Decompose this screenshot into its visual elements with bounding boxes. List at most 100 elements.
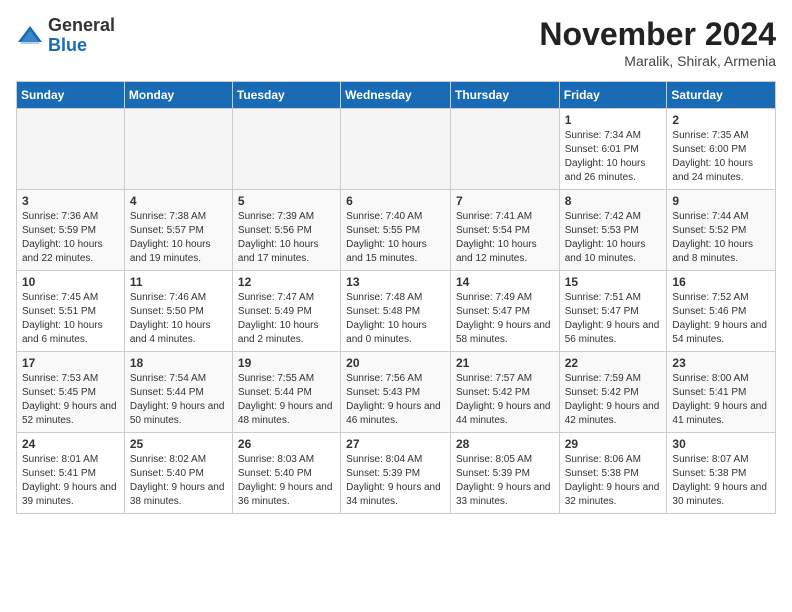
day-info: Sunrise: 7:49 AM Sunset: 5:47 PM Dayligh…: [456, 291, 554, 347]
day-number: 23: [672, 356, 770, 370]
page-header: General Blue November 2024 Maralik, Shir…: [16, 16, 776, 69]
day-info: Sunrise: 7:44 AM Sunset: 5:52 PM Dayligh…: [672, 210, 770, 266]
logo-text: General Blue: [48, 16, 115, 56]
calendar-day-cell: 19Sunrise: 7:55 AM Sunset: 5:44 PM Dayli…: [232, 352, 340, 433]
logo-icon: [16, 22, 44, 50]
day-info: Sunrise: 7:54 AM Sunset: 5:44 PM Dayligh…: [130, 372, 227, 428]
day-info: Sunrise: 7:42 AM Sunset: 5:53 PM Dayligh…: [565, 210, 662, 266]
calendar-day-cell: [232, 109, 340, 190]
day-number: 25: [130, 437, 227, 451]
day-info: Sunrise: 7:59 AM Sunset: 5:42 PM Dayligh…: [565, 372, 662, 428]
day-number: 1: [565, 113, 662, 127]
calendar-day-cell: 20Sunrise: 7:56 AM Sunset: 5:43 PM Dayli…: [341, 352, 451, 433]
day-info: Sunrise: 7:38 AM Sunset: 5:57 PM Dayligh…: [130, 210, 227, 266]
calendar-day-cell: 8 Sunrise: 7:42 AM Sunset: 5:53 PM Daylig…: [559, 190, 667, 271]
calendar-day-cell: 25 Sunrise: 8:02 AM Sunset: 5:40 PM Dayli…: [124, 433, 232, 514]
calendar-day-cell: 12 Sunrise: 7:47 AM Sunset: 5:49 PM Dayli…: [232, 271, 340, 352]
calendar-day-cell: [17, 109, 125, 190]
day-number: 12: [238, 275, 335, 289]
calendar-day-cell: [450, 109, 559, 190]
day-info: Sunrise: 7:51 AM Sunset: 5:47 PM Dayligh…: [565, 291, 662, 347]
day-number: 8: [565, 194, 662, 208]
day-number: 18: [130, 356, 227, 370]
day-number: 17: [22, 356, 119, 370]
day-number: 9: [672, 194, 770, 208]
day-number: 14: [456, 275, 554, 289]
day-info: Sunrise: 7:36 AM Sunset: 5:59 PM Dayligh…: [22, 210, 119, 266]
calendar-day-cell: 30 Sunrise: 8:07 AM Sunset: 5:38 PM Dayli…: [667, 433, 776, 514]
day-info: Sunrise: 7:48 AM Sunset: 5:48 PM Dayligh…: [346, 291, 445, 347]
day-info: Sunrise: 8:05 AM Sunset: 5:39 PM Dayligh…: [456, 453, 554, 509]
calendar-day-cell: 3 Sunrise: 7:36 AM Sunset: 5:59 PM Daylig…: [17, 190, 125, 271]
day-number: 13: [346, 275, 445, 289]
day-number: 24: [22, 437, 119, 451]
day-number: 15: [565, 275, 662, 289]
day-number: 5: [238, 194, 335, 208]
calendar-day-cell: 24 Sunrise: 8:01 AM Sunset: 5:41 PM Dayli…: [17, 433, 125, 514]
day-info: Sunrise: 7:34 AM Sunset: 6:01 PM Dayligh…: [565, 129, 662, 185]
day-number: 10: [22, 275, 119, 289]
location: Maralik, Shirak, Armenia: [539, 53, 776, 69]
day-number: 2: [672, 113, 770, 127]
logo-blue: Blue: [48, 35, 87, 55]
day-number: 16: [672, 275, 770, 289]
title-block: November 2024 Maralik, Shirak, Armenia: [539, 16, 776, 69]
day-info: Sunrise: 7:55 AM Sunset: 5:44 PM Dayligh…: [238, 372, 335, 428]
day-info: Sunrise: 8:07 AM Sunset: 5:38 PM Dayligh…: [672, 453, 770, 509]
calendar-day-header: Wednesday: [341, 82, 451, 109]
day-number: 11: [130, 275, 227, 289]
day-info: Sunrise: 7:47 AM Sunset: 5:49 PM Dayligh…: [238, 291, 335, 347]
calendar-day-cell: 4 Sunrise: 7:38 AM Sunset: 5:57 PM Daylig…: [124, 190, 232, 271]
calendar-day-cell: 1 Sunrise: 7:34 AM Sunset: 6:01 PM Daylig…: [559, 109, 667, 190]
day-number: 3: [22, 194, 119, 208]
day-number: 28: [456, 437, 554, 451]
day-info: Sunrise: 7:40 AM Sunset: 5:55 PM Dayligh…: [346, 210, 445, 266]
calendar-header-row: SundayMondayTuesdayWednesdayThursdayFrid…: [17, 82, 776, 109]
day-info: Sunrise: 8:02 AM Sunset: 5:40 PM Dayligh…: [130, 453, 227, 509]
calendar-day-header: Thursday: [450, 82, 559, 109]
calendar-day-cell: 26 Sunrise: 8:03 AM Sunset: 5:40 PM Dayli…: [232, 433, 340, 514]
calendar-day-cell: 11Sunrise: 7:46 AM Sunset: 5:50 PM Dayli…: [124, 271, 232, 352]
day-number: 30: [672, 437, 770, 451]
calendar-day-cell: 22 Sunrise: 7:59 AM Sunset: 5:42 PM Dayli…: [559, 352, 667, 433]
calendar-day-header: Friday: [559, 82, 667, 109]
calendar-day-cell: 27 Sunrise: 8:04 AM Sunset: 5:39 PM Dayli…: [341, 433, 451, 514]
day-info: Sunrise: 8:03 AM Sunset: 5:40 PM Dayligh…: [238, 453, 335, 509]
day-number: 21: [456, 356, 554, 370]
calendar-day-cell: 16Sunrise: 7:52 AM Sunset: 5:46 PM Dayli…: [667, 271, 776, 352]
day-number: 6: [346, 194, 445, 208]
day-number: 4: [130, 194, 227, 208]
calendar-day-cell: 2 Sunrise: 7:35 AM Sunset: 6:00 PM Daylig…: [667, 109, 776, 190]
calendar-day-cell: 7Sunrise: 7:41 AM Sunset: 5:54 PM Daylig…: [450, 190, 559, 271]
calendar-day-cell: 13 Sunrise: 7:48 AM Sunset: 5:48 PM Dayli…: [341, 271, 451, 352]
calendar-table: SundayMondayTuesdayWednesdayThursdayFrid…: [16, 81, 776, 514]
day-info: Sunrise: 7:57 AM Sunset: 5:42 PM Dayligh…: [456, 372, 554, 428]
day-number: 22: [565, 356, 662, 370]
day-info: Sunrise: 8:06 AM Sunset: 5:38 PM Dayligh…: [565, 453, 662, 509]
calendar-day-header: Monday: [124, 82, 232, 109]
calendar-day-cell: 15 Sunrise: 7:51 AM Sunset: 5:47 PM Dayli…: [559, 271, 667, 352]
day-info: Sunrise: 8:01 AM Sunset: 5:41 PM Dayligh…: [22, 453, 119, 509]
day-info: Sunrise: 8:00 AM Sunset: 5:41 PM Dayligh…: [672, 372, 770, 428]
calendar-day-cell: 10 Sunrise: 7:45 AM Sunset: 5:51 PM Dayli…: [17, 271, 125, 352]
day-info: Sunrise: 7:56 AM Sunset: 5:43 PM Dayligh…: [346, 372, 445, 428]
calendar-day-header: Tuesday: [232, 82, 340, 109]
calendar-day-cell: 21 Sunrise: 7:57 AM Sunset: 5:42 PM Dayli…: [450, 352, 559, 433]
calendar-day-cell: 18 Sunrise: 7:54 AM Sunset: 5:44 PM Dayli…: [124, 352, 232, 433]
logo-general: General: [48, 15, 115, 35]
day-info: Sunrise: 7:35 AM Sunset: 6:00 PM Dayligh…: [672, 129, 770, 185]
calendar-day-cell: 29Sunrise: 8:06 AM Sunset: 5:38 PM Dayli…: [559, 433, 667, 514]
calendar-day-cell: 5 Sunrise: 7:39 AM Sunset: 5:56 PM Daylig…: [232, 190, 340, 271]
calendar-day-cell: 23 Sunrise: 8:00 AM Sunset: 5:41 PM Dayli…: [667, 352, 776, 433]
day-info: Sunrise: 7:39 AM Sunset: 5:56 PM Dayligh…: [238, 210, 335, 266]
logo: General Blue: [16, 16, 115, 56]
calendar-day-cell: 9 Sunrise: 7:44 AM Sunset: 5:52 PM Daylig…: [667, 190, 776, 271]
day-info: Sunrise: 7:45 AM Sunset: 5:51 PM Dayligh…: [22, 291, 119, 347]
calendar-day-header: Sunday: [17, 82, 125, 109]
day-number: 7: [456, 194, 554, 208]
calendar-day-cell: [341, 109, 451, 190]
day-number: 27: [346, 437, 445, 451]
day-number: 26: [238, 437, 335, 451]
calendar-week-row: 1 Sunrise: 7:34 AM Sunset: 6:01 PM Daylig…: [17, 109, 776, 190]
day-info: Sunrise: 8:04 AM Sunset: 5:39 PM Dayligh…: [346, 453, 445, 509]
